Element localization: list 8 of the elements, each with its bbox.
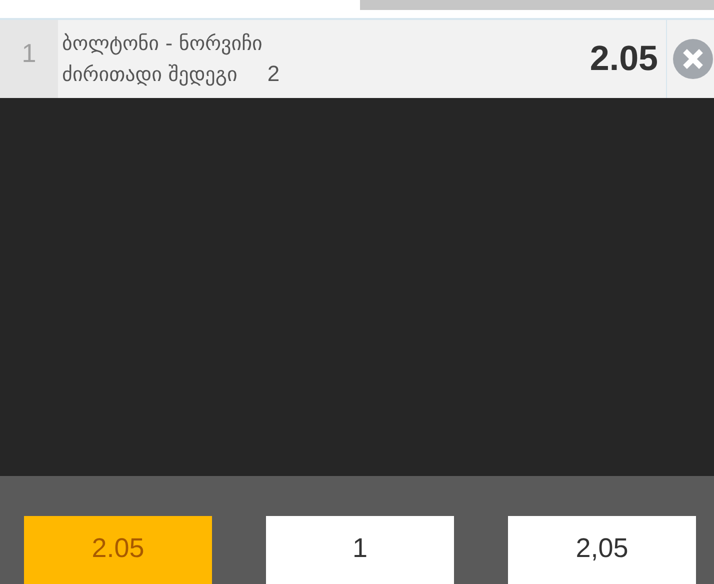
odds-option[interactable]: 1 xyxy=(266,516,454,584)
bet-number: 1 xyxy=(0,20,58,98)
close-icon[interactable] xyxy=(673,39,713,79)
match-name: ბოლტონი - ნორვიჩი xyxy=(62,31,264,55)
pick-value: 2 xyxy=(267,61,280,87)
odds-option[interactable]: 2,05 xyxy=(508,516,696,584)
odds-value: 2.05 xyxy=(590,20,667,98)
market-name: ძირითადი შედეგი xyxy=(62,62,238,86)
